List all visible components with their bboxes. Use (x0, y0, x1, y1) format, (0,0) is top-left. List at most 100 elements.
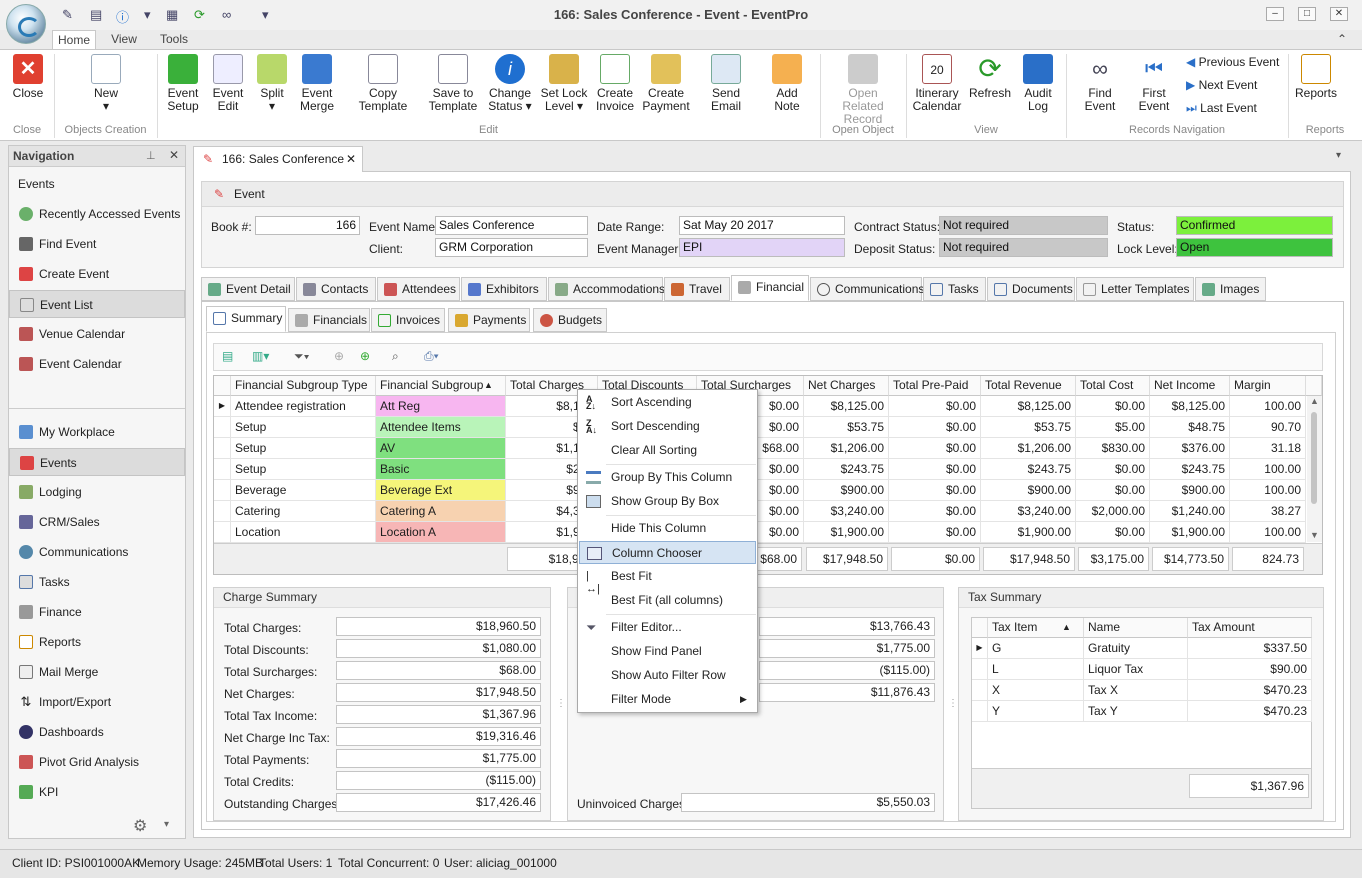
event-merge-button[interactable]: Event Merge (296, 54, 338, 113)
module-finance[interactable]: Finance (9, 598, 185, 626)
grid-cell[interactable]: $8,125.00 (981, 396, 1076, 417)
nav-create-event[interactable]: Create Event (9, 260, 185, 288)
row-indicator[interactable] (214, 438, 231, 459)
event-name-field[interactable]: Sales Conference (435, 216, 588, 235)
row-indicator[interactable] (214, 459, 231, 480)
column-header[interactable]: Net Charges (804, 376, 889, 396)
settings-gear-icon[interactable]: ⚙ (133, 816, 147, 836)
grid-cell[interactable]: $0.00 (1076, 522, 1150, 543)
reports-button[interactable]: Reports (1294, 54, 1338, 100)
columns-icon[interactable]: ▥▾ (252, 349, 269, 367)
grid-cell[interactable]: $1,900.00 (981, 522, 1076, 543)
row-indicator[interactable] (214, 417, 231, 438)
tax-column-header[interactable]: Name (1084, 618, 1188, 638)
nav-venue-calendar[interactable]: Venue Calendar (9, 320, 185, 348)
next-event-button[interactable]: ▶ Next Event (1186, 78, 1257, 92)
splitter-handle[interactable]: ⋮ (948, 698, 958, 709)
collapse-ribbon-icon[interactable]: ⌃ (1334, 30, 1350, 49)
grid-cell[interactable]: Setup (231, 459, 376, 480)
row-indicator[interactable] (972, 659, 988, 680)
find-event-button[interactable]: ∞ Find Event (1072, 54, 1128, 113)
grid-cell[interactable]: $0.00 (889, 480, 981, 501)
tab-communications[interactable]: Communications (810, 277, 924, 301)
grid-cell[interactable]: $0.00 (889, 417, 981, 438)
column-header[interactable]: Margin (1230, 376, 1306, 396)
filter-icon[interactable]: ⏷▾ (294, 349, 309, 367)
up-icon[interactable]: ⊕ (334, 349, 344, 367)
menu-group-by-column[interactable]: Group By This Column (579, 466, 756, 489)
grid-cell[interactable]: $1,900.00 (1150, 522, 1230, 543)
grid-cell[interactable]: Location A (376, 522, 506, 543)
grid-cell[interactable]: 38.27 (1230, 501, 1306, 522)
audit-log-button[interactable]: Audit Log (1018, 54, 1058, 113)
tab-view[interactable]: View (106, 30, 142, 49)
grid-cell[interactable]: $0.00 (889, 522, 981, 543)
grid-cell[interactable]: 100.00 (1230, 522, 1306, 543)
grid-cell[interactable]: $8,125.00 (1150, 396, 1230, 417)
send-email-button[interactable]: Send Email (698, 54, 754, 113)
create-invoice-button[interactable]: Create Invoice (594, 54, 636, 113)
menu-hide-column[interactable]: Hide This Column (579, 517, 756, 540)
tab-travel[interactable]: Travel (664, 277, 730, 301)
previous-event-button[interactable]: ◀ Previous Event (1186, 55, 1279, 69)
tab-exhibitors[interactable]: Exhibitors (461, 277, 547, 301)
tax-cell[interactable]: Liquor Tax (1084, 659, 1188, 680)
grid-cell[interactable]: 100.00 (1230, 480, 1306, 501)
grid-cell[interactable]: $1,240.00 (1150, 501, 1230, 522)
nav-event-list[interactable]: Event List (9, 290, 185, 318)
row-indicator[interactable] (214, 522, 231, 543)
maximize-button[interactable]: □ (1298, 7, 1316, 21)
book-field[interactable]: 166 (255, 216, 360, 235)
split-button[interactable]: Split ▾ (254, 54, 290, 113)
change-status-button[interactable]: i Change Status ▾ (486, 54, 534, 113)
grid-cell[interactable]: $1,900.00 (804, 522, 889, 543)
grid-cell[interactable]: Catering A (376, 501, 506, 522)
open-related-record-button[interactable]: Open Related Record (826, 54, 900, 126)
last-event-button[interactable]: ⏭ Last Event (1186, 101, 1257, 116)
row-indicator[interactable] (972, 680, 988, 701)
tax-cell[interactable]: Tax Y (1084, 701, 1188, 722)
tab-budgets[interactable]: Budgets (533, 308, 607, 332)
grid-cell[interactable]: Attendee Items (376, 417, 506, 438)
grid-cell[interactable]: $243.75 (981, 459, 1076, 480)
module-import-export[interactable]: ⇅ Import/Export (9, 688, 185, 716)
tab-accommodations[interactable]: Accommodations (548, 277, 665, 301)
grid-cell[interactable]: 31.18 (1230, 438, 1306, 459)
grid-cell[interactable]: $0.00 (1076, 480, 1150, 501)
module-reports[interactable]: Reports (9, 628, 185, 656)
splitter-handle[interactable]: ⋮ (556, 698, 566, 709)
row-indicator[interactable]: ▶ (214, 396, 231, 417)
vertical-scrollbar[interactable]: ▲ ▼ (1307, 396, 1322, 542)
grid-cell[interactable]: Setup (231, 417, 376, 438)
column-header[interactable]: Net Income (1150, 376, 1230, 396)
menu-filter-mode[interactable]: Filter Mode ▶ (579, 688, 756, 711)
module-pivot-grid[interactable]: Pivot Grid Analysis (9, 748, 185, 776)
first-event-button[interactable]: ⏮ First Event (1136, 54, 1172, 113)
save-to-template-button[interactable]: Save to Template (428, 54, 478, 113)
grid-cell[interactable]: $0.00 (1076, 396, 1150, 417)
grid-cell[interactable]: $900.00 (1150, 480, 1230, 501)
menu-best-fit[interactable]: |↔| Best Fit (579, 565, 756, 595)
new-button[interactable]: New ▾ (86, 54, 126, 113)
module-tasks[interactable]: Tasks (9, 568, 185, 596)
grid-cell[interactable]: 100.00 (1230, 396, 1306, 417)
close-button[interactable]: ✕ Close (8, 54, 48, 100)
tax-cell[interactable]: $470.23 (1188, 701, 1312, 722)
menu-filter-editor[interactable]: ⏷ Filter Editor... (579, 616, 756, 639)
tab-letter-templates[interactable]: Letter Templates (1076, 277, 1194, 301)
grid-cell[interactable]: $48.75 (1150, 417, 1230, 438)
tab-list-dropdown-icon[interactable]: ▾ (1336, 150, 1341, 161)
tab-summary[interactable]: Summary (206, 306, 286, 332)
grid-cell[interactable]: $8,125.00 (804, 396, 889, 417)
find-icon[interactable]: ⌕ (392, 349, 399, 367)
grid-cell[interactable]: $0.00 (889, 501, 981, 522)
print-icon[interactable]: ⎙▾ (424, 349, 439, 367)
grid-cell[interactable]: Att Reg (376, 396, 506, 417)
grid-cell[interactable]: $243.75 (804, 459, 889, 480)
menu-show-group-by-box[interactable]: Show Group By Box (579, 490, 756, 513)
row-indicator[interactable] (972, 701, 988, 722)
tax-cell[interactable]: L (988, 659, 1084, 680)
grid-cell[interactable]: $53.75 (804, 417, 889, 438)
row-indicator[interactable] (214, 480, 231, 501)
close-tab-icon[interactable]: ✕ (346, 147, 356, 171)
